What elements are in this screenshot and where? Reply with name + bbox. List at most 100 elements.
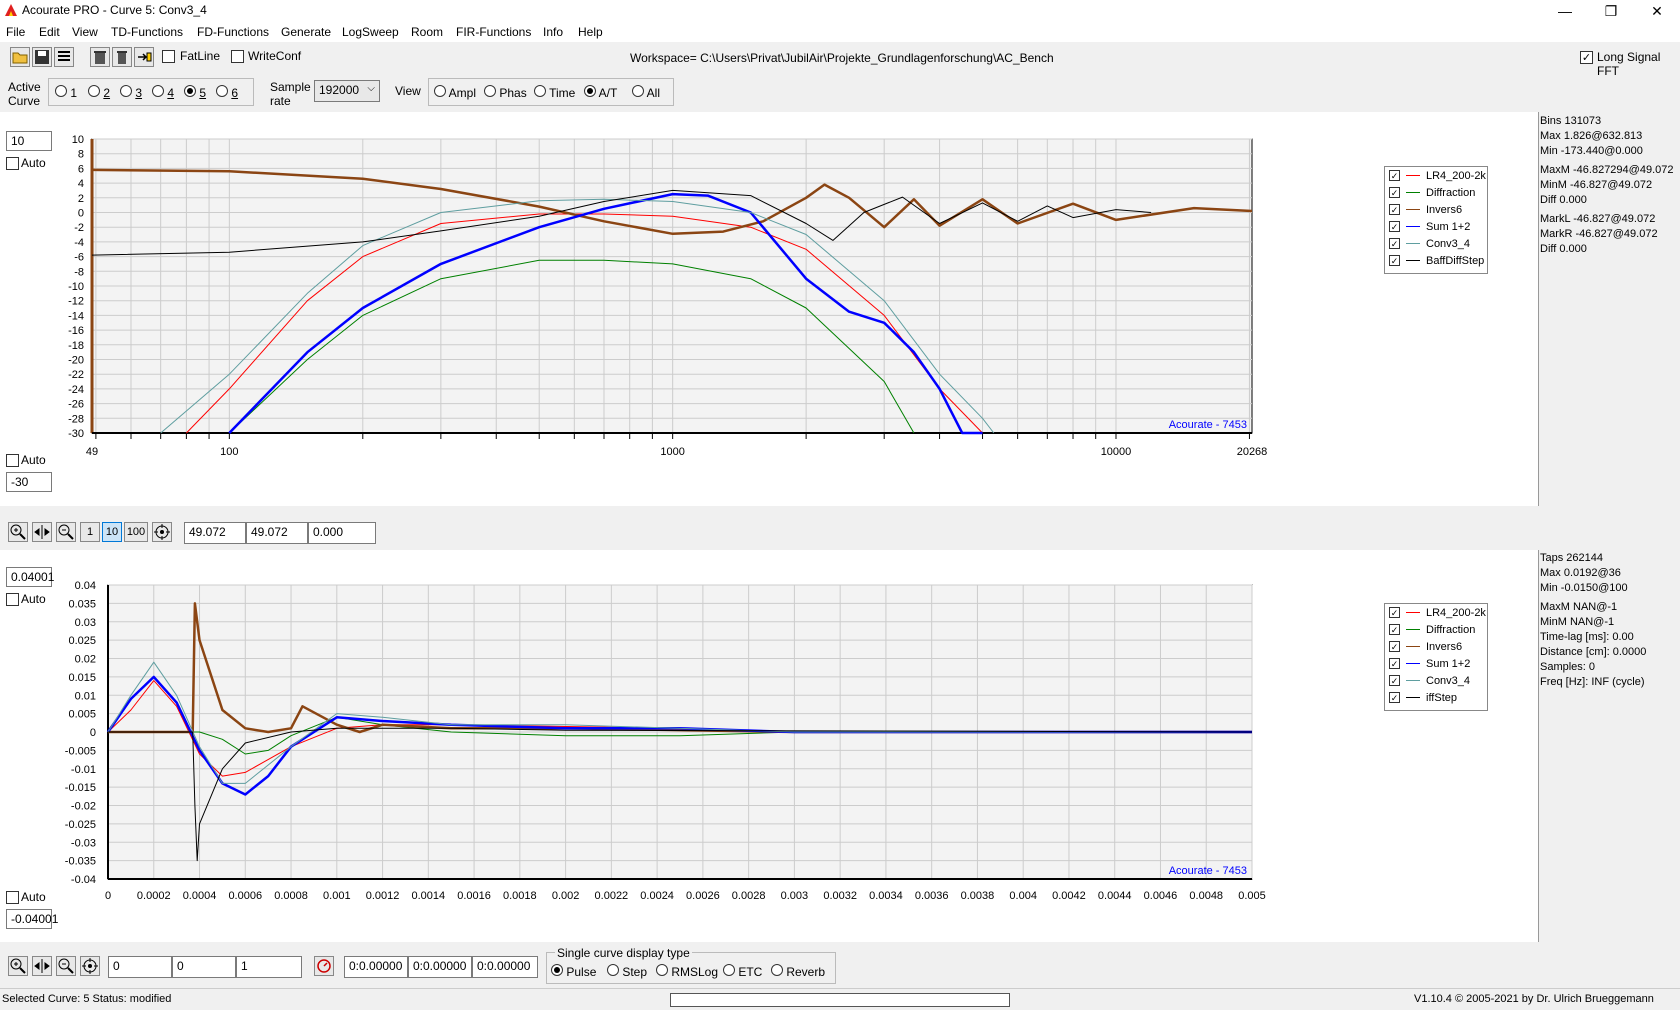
legend-checkbox[interactable] <box>1389 238 1400 249</box>
list-icon[interactable] <box>54 47 74 67</box>
curve-radio-1[interactable]: 1 <box>55 85 77 100</box>
legend-checkbox[interactable] <box>1389 675 1400 686</box>
display-radio-rmslog[interactable]: RMSLog <box>656 964 718 979</box>
legend-item[interactable]: LR4_200-2k <box>1385 167 1487 184</box>
bottom-impulse-chart[interactable]: 0.04 0.035 0.03 0.025 0.02 0.015 0.01 0.005 0 -0.… <box>0 550 1400 942</box>
curve-radio-3[interactable]: 3 <box>120 85 142 100</box>
mark-diff-input[interactable]: 0.000 <box>308 522 376 544</box>
display-radio-pulse[interactable]: Pulse <box>551 964 596 979</box>
zoom-out-icon[interactable] <box>56 522 76 542</box>
menu-info[interactable]: Info <box>543 25 563 39</box>
legend-checkbox[interactable] <box>1389 221 1400 232</box>
display-radio-reverb[interactable]: Reverb <box>771 964 825 979</box>
active-curve-label: Active Curve <box>8 80 41 108</box>
legend-item[interactable]: Conv3_4 <box>1385 672 1487 689</box>
legend-item[interactable]: iffStep <box>1385 689 1487 706</box>
bottom-xtick-label: 0.0014 <box>411 890 445 902</box>
legend-item[interactable]: Diffraction <box>1385 184 1487 201</box>
minimize-button[interactable]: — <box>1542 0 1588 22</box>
top-ytick-label: -12 <box>68 296 84 308</box>
writeconf-label: WriteConf <box>248 49 302 63</box>
view-radio-at[interactable]: A/T <box>584 85 617 100</box>
legend-item[interactable]: Invers6 <box>1385 201 1487 218</box>
legend-item[interactable]: BaffDiffStep <box>1385 252 1487 269</box>
sample-field-3[interactable]: 1 <box>236 956 302 978</box>
fatline-checkbox[interactable] <box>162 50 175 66</box>
menu-edit[interactable]: Edit <box>39 25 60 39</box>
sample-rate-select[interactable]: 192000 ⌵ <box>314 80 380 102</box>
display-radio-etc[interactable]: ETC <box>723 964 762 979</box>
zoom-in-icon[interactable] <box>8 522 28 542</box>
legend-checkbox[interactable] <box>1389 204 1400 215</box>
top-amplitude-chart[interactable]: 10 8 6 4 2 0 -2 -4 -6 -8 -10 -12 -14 -16 -18 -20 -22 -24 -… <box>0 112 1400 506</box>
close-button[interactable]: ✕ <box>1634 0 1680 22</box>
menu-file[interactable]: File <box>6 25 25 39</box>
legend-checkbox[interactable] <box>1389 607 1400 618</box>
menu-generate[interactable]: Generate <box>281 25 331 39</box>
delete-all-icon[interactable] <box>90 47 110 67</box>
zoom-1-button[interactable]: 1 <box>80 522 100 542</box>
zoom-fit-icon[interactable] <box>32 956 52 976</box>
timer-icon[interactable] <box>314 956 334 976</box>
sample-field-2[interactable]: 0 <box>172 956 236 978</box>
view-radio-ampl[interactable]: Ampl <box>434 85 476 100</box>
legend-item[interactable]: LR4_200-2k <box>1385 604 1487 621</box>
curve-radio-5[interactable]: 5 <box>184 85 206 100</box>
legend-item[interactable]: Conv3_4 <box>1385 235 1487 252</box>
view-radio-phas[interactable]: Phas <box>484 85 527 100</box>
menu-fir-functions[interactable]: FIR-Functions <box>456 25 531 39</box>
restore-button[interactable]: ❐ <box>1588 0 1634 22</box>
view-radio-all[interactable]: All <box>632 85 660 100</box>
save-icon[interactable] <box>32 47 52 67</box>
top-ytick-label: -30 <box>68 428 84 440</box>
copy-curve-icon[interactable] <box>134 47 154 67</box>
time-field-1[interactable]: 0:0.00000 <box>344 956 408 978</box>
menu-help[interactable]: Help <box>578 25 603 39</box>
legend-checkbox[interactable] <box>1389 624 1400 635</box>
legend-item[interactable]: Sum 1+2 <box>1385 655 1487 672</box>
sample-field-1[interactable]: 0 <box>108 956 172 978</box>
target-icon[interactable] <box>80 956 100 976</box>
curve-radio-2[interactable]: 2 <box>88 85 110 100</box>
mark-left-input[interactable]: 49.072 <box>184 522 246 544</box>
mark-right-input[interactable]: 49.072 <box>246 522 308 544</box>
legend-checkbox[interactable] <box>1389 692 1400 703</box>
zoom-out-icon[interactable] <box>56 956 76 976</box>
display-radio-step[interactable]: Step <box>607 964 647 979</box>
progress-bar <box>670 993 1010 1007</box>
target-icon[interactable] <box>152 522 172 542</box>
view-radio-time[interactable]: Time <box>534 85 575 100</box>
zoom-in-icon[interactable] <box>8 956 28 976</box>
zoom-100-button[interactable]: 100 <box>124 522 148 542</box>
legend-checkbox[interactable] <box>1389 255 1400 266</box>
bottom-xtick-label: 0.0032 <box>823 890 857 902</box>
open-folder-icon[interactable] <box>10 47 30 67</box>
top-info-divider <box>1538 112 1539 506</box>
delete-icon[interactable] <box>112 47 132 67</box>
time-field-2[interactable]: 0:0.00000 <box>408 956 472 978</box>
bottom-xtick-label: 0.0008 <box>274 890 308 902</box>
writeconf-checkbox[interactable] <box>231 50 244 66</box>
legend-checkbox[interactable] <box>1389 170 1400 181</box>
menu-room[interactable]: Room <box>411 25 443 39</box>
long-signal-fft-checkbox[interactable] <box>1580 50 1593 64</box>
legend-checkbox[interactable] <box>1389 658 1400 669</box>
legend-item[interactable]: Invers6 <box>1385 638 1487 655</box>
menu-logsweep[interactable]: LogSweep <box>342 25 399 39</box>
menu-view[interactable]: View <box>72 25 98 39</box>
curve-radio-4[interactable]: 4 <box>152 85 174 100</box>
legend-checkbox[interactable] <box>1389 187 1400 198</box>
curve-radio-6[interactable]: 6 <box>216 85 238 100</box>
menu-td-functions[interactable]: TD-Functions <box>111 25 183 39</box>
bottom-xtick-label: 0.0002 <box>137 890 171 902</box>
legend-swatch <box>1406 260 1420 261</box>
time-field-3[interactable]: 0:0.00000 <box>472 956 538 978</box>
legend-item[interactable]: Sum 1+2 <box>1385 218 1487 235</box>
zoom-10-button[interactable]: 10 <box>102 522 122 542</box>
legend-checkbox[interactable] <box>1389 641 1400 652</box>
bottom-xtick-label: 0.0044 <box>1098 890 1132 902</box>
zoom-fit-icon[interactable] <box>32 522 52 542</box>
menu-fd-functions[interactable]: FD-Functions <box>197 25 269 39</box>
legend-swatch <box>1406 209 1420 210</box>
legend-item[interactable]: Diffraction <box>1385 621 1487 638</box>
